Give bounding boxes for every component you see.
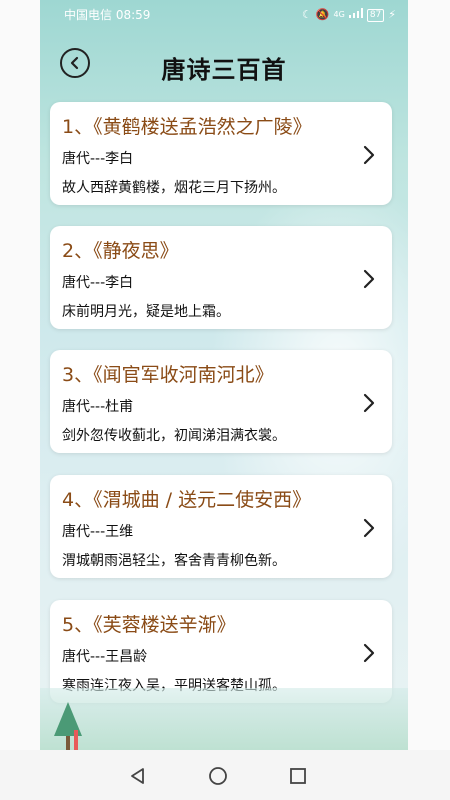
chevron-right-icon <box>363 269 375 289</box>
carrier-time: 中国电信 08:59 <box>64 8 151 22</box>
triangle-back-icon <box>131 768 144 784</box>
tree-illustration <box>54 702 82 750</box>
moon-icon: ☾ <box>301 8 312 21</box>
poem-author: 唐代---李白 <box>62 275 134 291</box>
nav-back-button[interactable] <box>126 764 150 788</box>
system-nav-bar <box>0 750 450 800</box>
poem-line: 床前明月光，疑是地上霜。 <box>62 304 230 320</box>
poem-title: 1、《黄鹤楼送孟浩然之广陵》 <box>62 116 312 138</box>
phone-frame: 中国电信 08:59 ☾ 🔕 4G 87 ⚡ 唐诗三百首 1、《黄鹤楼送孟浩然之… <box>0 0 450 800</box>
poem-card-2[interactable]: 2、《静夜思》 唐代---李白 床前明月光，疑是地上霜。 <box>50 226 392 329</box>
poem-line: 故人西辞黄鹤楼，烟花三月下扬州。 <box>62 180 286 196</box>
poem-title: 3、《闻官军收河南河北》 <box>62 364 274 386</box>
poem-author: 唐代---王昌龄 <box>62 649 148 665</box>
nav-home-button[interactable] <box>206 764 230 788</box>
bottom-decoration <box>40 688 408 750</box>
poem-title: 5、《芙蓉楼送辛渐》 <box>62 614 236 636</box>
poem-author: 唐代---李白 <box>62 151 134 167</box>
poem-title: 4、《渭城曲 / 送元二使安西》 <box>62 489 312 511</box>
charging-icon: ⚡ <box>388 8 396 21</box>
poem-title: 2、《静夜思》 <box>62 240 179 262</box>
poem-author: 唐代---杜甫 <box>62 399 134 415</box>
chevron-right-icon <box>363 643 375 663</box>
app-screen: 中国电信 08:59 ☾ 🔕 4G 87 ⚡ 唐诗三百首 1、《黄鹤楼送孟浩然之… <box>40 0 408 750</box>
circle-home-icon <box>209 767 227 785</box>
app-header: 唐诗三百首 <box>40 44 408 88</box>
chevron-right-icon <box>363 145 375 165</box>
nav-recent-button[interactable] <box>286 764 310 788</box>
status-icons: ☾ 🔕 4G 87 ⚡ <box>302 0 396 30</box>
chevron-right-icon <box>363 518 375 538</box>
network-label: 4G <box>333 10 345 19</box>
poem-author: 唐代---王维 <box>62 524 134 540</box>
status-bar: 中国电信 08:59 ☾ 🔕 4G 87 ⚡ <box>40 0 408 30</box>
page-title: 唐诗三百首 <box>161 56 287 84</box>
poem-line: 渭城朝雨浥轻尘，客舍青青柳色新。 <box>62 553 286 569</box>
signal-icon <box>348 0 363 30</box>
square-recent-icon <box>290 768 306 784</box>
poem-card-1[interactable]: 1、《黄鹤楼送孟浩然之广陵》 唐代---李白 故人西辞黄鹤楼，烟花三月下扬州。 <box>50 102 392 205</box>
poem-card-4[interactable]: 4、《渭城曲 / 送元二使安西》 唐代---王维 渭城朝雨浥轻尘，客舍青青柳色新… <box>50 475 392 578</box>
chevron-right-icon <box>363 393 375 413</box>
poem-line: 剑外忽传收蓟北，初闻涕泪满衣裳。 <box>62 428 286 444</box>
battery-level: 87 <box>366 8 385 22</box>
poem-card-3[interactable]: 3、《闻官军收河南河北》 唐代---杜甫 剑外忽传收蓟北，初闻涕泪满衣裳。 <box>50 350 392 453</box>
mute-icon: 🔕 <box>315 8 330 21</box>
